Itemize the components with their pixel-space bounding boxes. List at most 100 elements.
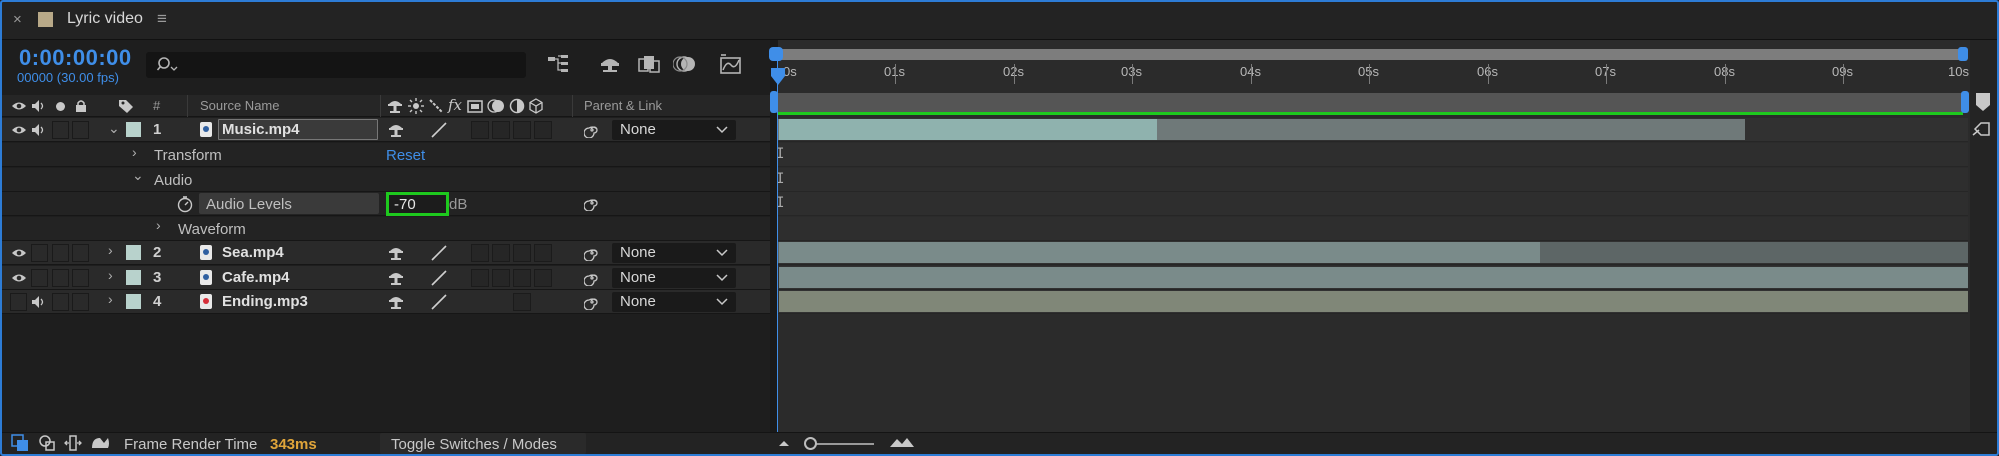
- switch-cell[interactable]: [471, 244, 489, 262]
- switch-cell[interactable]: [471, 121, 489, 139]
- shy-header-icon[interactable]: [387, 98, 403, 114]
- stopwatch-icon[interactable]: [176, 195, 194, 213]
- parent-dropdown[interactable]: None: [612, 268, 736, 288]
- quality-header-icon[interactable]: [428, 98, 444, 114]
- 3d-layer-header-icon[interactable]: [528, 98, 544, 114]
- collapse-header-icon[interactable]: [408, 98, 424, 114]
- frame-blending-icon[interactable]: [636, 53, 662, 75]
- layer-switches-icon[interactable]: [11, 434, 29, 452]
- quality-slash-icon[interactable]: [430, 294, 448, 310]
- zoom-out-icon[interactable]: [776, 438, 792, 448]
- quality-slash-icon[interactable]: [430, 245, 448, 261]
- work-area-bar[interactable]: [777, 93, 1963, 113]
- adjustment-layer-header-icon[interactable]: [509, 98, 525, 114]
- layer-track[interactable]: [778, 118, 1968, 142]
- layer-track[interactable]: [778, 241, 1968, 265]
- motion-blur-icon[interactable]: [673, 53, 699, 75]
- panel-menu-icon[interactable]: ≡: [157, 9, 167, 29]
- current-time-indicator-line[interactable]: [777, 60, 778, 432]
- speaker-icon[interactable]: [31, 295, 47, 309]
- in-out-stretch-icon[interactable]: [64, 434, 82, 452]
- zoom-in-icon[interactable]: [889, 436, 915, 448]
- parent-dropdown[interactable]: None: [612, 243, 736, 263]
- chevron-right-icon[interactable]: ›: [156, 217, 161, 233]
- chevron-right-icon[interactable]: ›: [108, 267, 113, 283]
- switch-cell[interactable]: [471, 269, 489, 287]
- switch-cell[interactable]: [513, 269, 531, 287]
- layer-duration-bar[interactable]: [779, 291, 1968, 312]
- pick-whip-icon[interactable]: [584, 294, 600, 310]
- speaker-icon[interactable]: [31, 123, 47, 137]
- audio-switch-header-icon[interactable]: [31, 99, 47, 113]
- source-name-column-header[interactable]: Source Name: [200, 98, 279, 113]
- toggle-switches-modes-label[interactable]: Toggle Switches / Modes: [391, 436, 557, 453]
- switch-cell[interactable]: [534, 244, 552, 262]
- layer-name[interactable]: Ending.mp3: [222, 293, 308, 310]
- layer-name[interactable]: Sea.mp4: [222, 244, 284, 261]
- layer-label-swatch[interactable]: [126, 122, 141, 137]
- layer-track[interactable]: [778, 290, 1968, 314]
- layer-in-range-bar[interactable]: [779, 119, 1157, 140]
- parent-dropdown[interactable]: None: [612, 120, 736, 140]
- effects-header-icon[interactable]: fx: [448, 96, 462, 114]
- layer-in-range-bar[interactable]: [779, 242, 1540, 263]
- lock-toggle[interactable]: [72, 293, 89, 311]
- parent-dropdown[interactable]: None: [612, 292, 736, 312]
- switch-cell[interactable]: [534, 269, 552, 287]
- current-time-display[interactable]: 0:00:00:00: [19, 45, 132, 71]
- video-switch-header-icon[interactable]: [11, 100, 27, 112]
- solo-toggle[interactable]: [52, 293, 69, 311]
- render-time-icon[interactable]: [90, 434, 109, 452]
- comp-marker-icon[interactable]: [1974, 92, 1992, 112]
- label-tag-header-icon[interactable]: [118, 98, 134, 114]
- pick-whip-icon[interactable]: [584, 195, 600, 211]
- lock-toggle[interactable]: [72, 269, 89, 287]
- frame-blend-header-icon[interactable]: [467, 98, 483, 114]
- flowchart-icon[interactable]: [546, 53, 572, 75]
- zoom-slider-knob[interactable]: [804, 437, 817, 450]
- chevron-down-icon[interactable]: ⌄: [108, 120, 120, 137]
- solo-toggle[interactable]: [52, 121, 69, 139]
- layer-label-swatch[interactable]: [126, 294, 141, 309]
- graph-editor-icon[interactable]: [718, 53, 744, 75]
- layer-name[interactable]: Cafe.mp4: [222, 269, 290, 286]
- quality-slash-icon[interactable]: [430, 122, 448, 138]
- eye-icon[interactable]: [11, 272, 27, 284]
- shy-icon[interactable]: [388, 270, 404, 286]
- quality-slash-icon[interactable]: [430, 270, 448, 286]
- shy-icon[interactable]: [388, 294, 404, 310]
- property-row[interactable]: [0, 192, 770, 216]
- transform-reset-link[interactable]: Reset: [386, 147, 425, 164]
- eye-icon[interactable]: [11, 124, 27, 136]
- switch-cell[interactable]: [513, 244, 531, 262]
- motion-blur-header-icon[interactable]: [487, 98, 505, 114]
- pick-whip-icon[interactable]: [584, 270, 600, 286]
- search-icon[interactable]: [156, 55, 178, 75]
- navigator-start-handle[interactable]: [769, 47, 783, 61]
- property-group-row[interactable]: [0, 217, 770, 241]
- video-toggle[interactable]: [10, 293, 27, 311]
- solo-header-icon[interactable]: [56, 102, 65, 111]
- audio-levels-value[interactable]: -70: [394, 196, 416, 213]
- current-time-indicator-head[interactable]: [771, 68, 785, 86]
- lock-toggle[interactable]: [72, 244, 89, 262]
- time-navigator-bar[interactable]: [777, 49, 1967, 60]
- chevron-right-icon[interactable]: ›: [108, 291, 113, 307]
- switch-cell[interactable]: [492, 269, 510, 287]
- lock-toggle[interactable]: [72, 121, 89, 139]
- switch-cell[interactable]: [534, 121, 552, 139]
- number-column-header[interactable]: #: [153, 98, 160, 113]
- audio-toggle[interactable]: [31, 269, 48, 287]
- switch-cell[interactable]: [492, 121, 510, 139]
- shy-icon[interactable]: [388, 245, 404, 261]
- parent-link-column-header[interactable]: Parent & Link: [584, 98, 662, 113]
- switch-cell[interactable]: [513, 121, 531, 139]
- solo-toggle[interactable]: [52, 269, 69, 287]
- layer-label-swatch[interactable]: [126, 245, 141, 260]
- switch-cell[interactable]: [492, 244, 510, 262]
- layer-marker-icon[interactable]: [1972, 121, 1992, 137]
- audio-toggle[interactable]: [31, 244, 48, 262]
- navigator-end-handle[interactable]: [1958, 47, 1968, 61]
- property-group-row[interactable]: [0, 143, 770, 167]
- switch-cell[interactable]: [513, 293, 531, 311]
